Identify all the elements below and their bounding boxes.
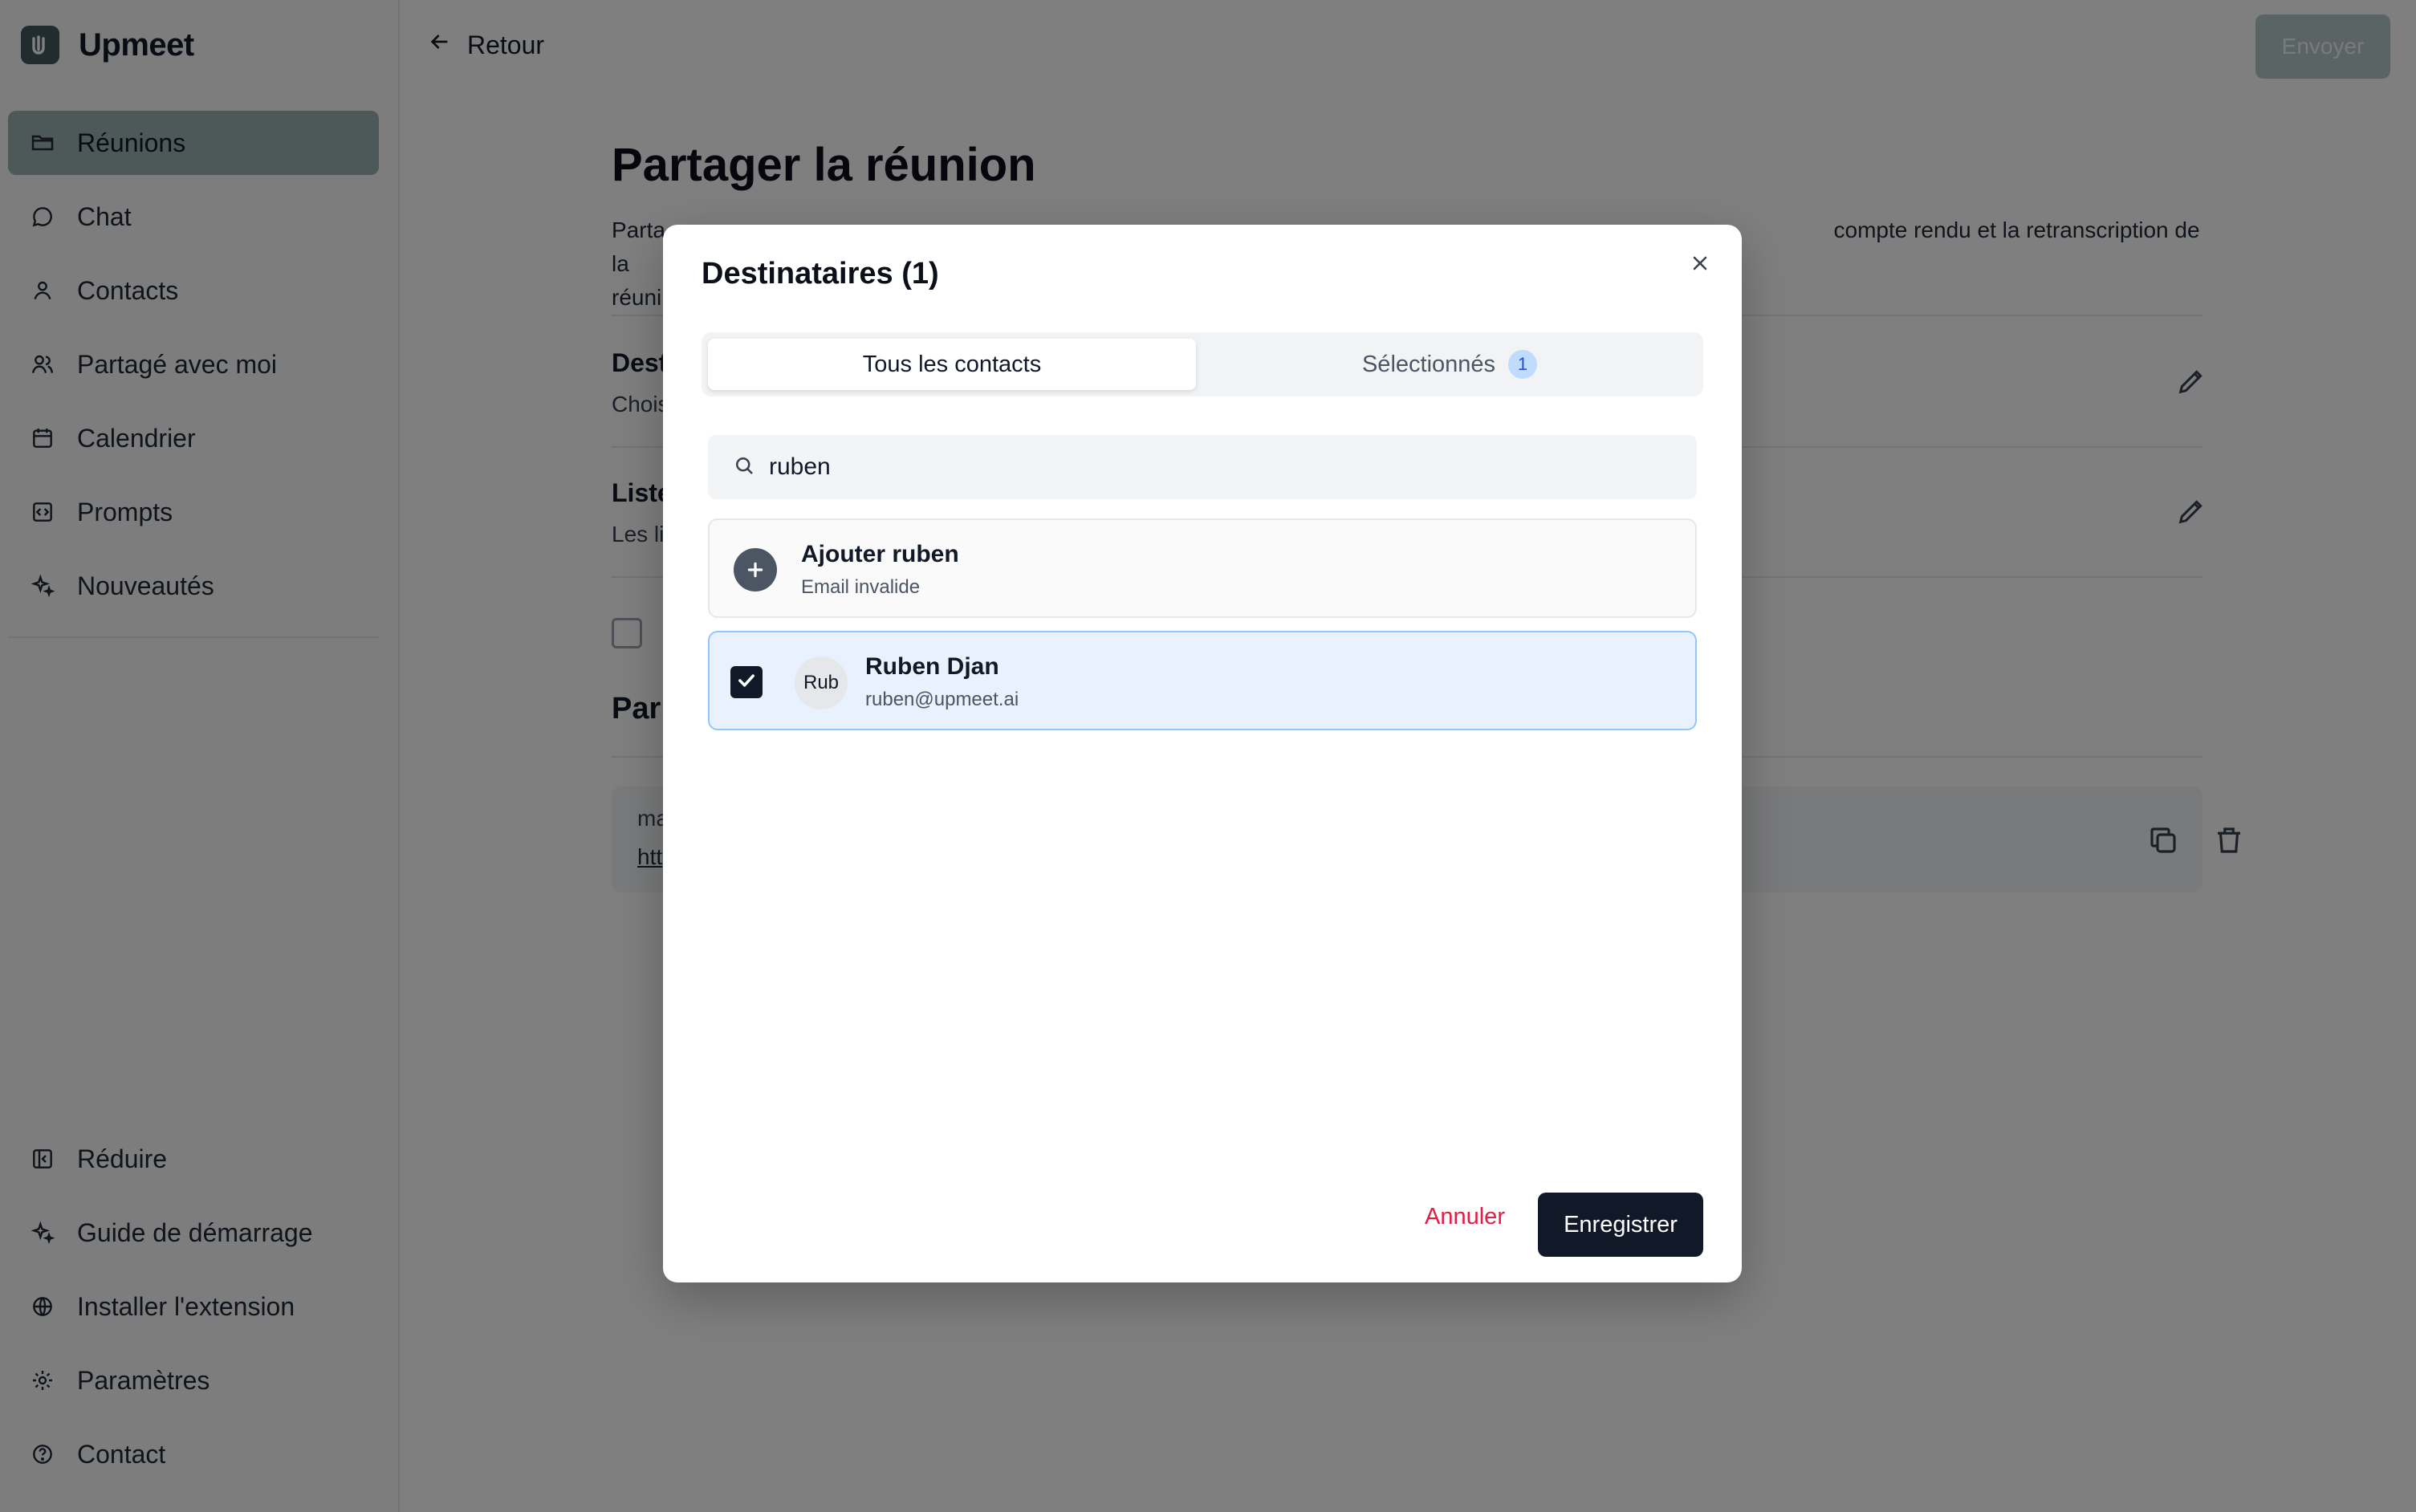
check-icon	[735, 669, 758, 696]
tab-label: Sélectionnés	[1361, 351, 1496, 377]
tab-label: Tous les contacts	[862, 351, 1042, 377]
add-contact-label: Ajouter ruben	[801, 541, 959, 567]
tab-all-contacts[interactable]: Tous les contacts	[708, 339, 1196, 390]
recipients-tabs: Tous les contacts Sélectionnés 1	[702, 332, 1703, 396]
search-icon	[732, 453, 756, 482]
modal-title: Destinataires (1)	[702, 257, 939, 291]
avatar: Rub	[795, 656, 848, 709]
recipients-modal: Destinataires (1) Tous les contacts Séle…	[663, 225, 1742, 1282]
add-contact-error: Email invalide	[801, 576, 921, 598]
selected-count-badge: 1	[1508, 350, 1538, 379]
close-icon[interactable]	[1682, 246, 1718, 281]
add-contact-row[interactable]: Ajouter ruben Email invalide	[708, 518, 1697, 618]
cancel-button[interactable]: Annuler	[1414, 1193, 1515, 1241]
tab-selected[interactable]: Sélectionnés 1	[1202, 339, 1697, 390]
plus-icon	[734, 548, 777, 591]
contact-checkbox[interactable]	[730, 666, 763, 698]
search-input[interactable]	[769, 453, 1652, 481]
save-button[interactable]: Enregistrer	[1538, 1193, 1703, 1257]
contact-row[interactable]: Rub Ruben Djan ruben@upmeet.ai	[708, 631, 1697, 730]
contact-search	[708, 435, 1697, 499]
contact-email: ruben@upmeet.ai	[865, 689, 1019, 710]
contact-name: Ruben Djan	[865, 653, 999, 680]
